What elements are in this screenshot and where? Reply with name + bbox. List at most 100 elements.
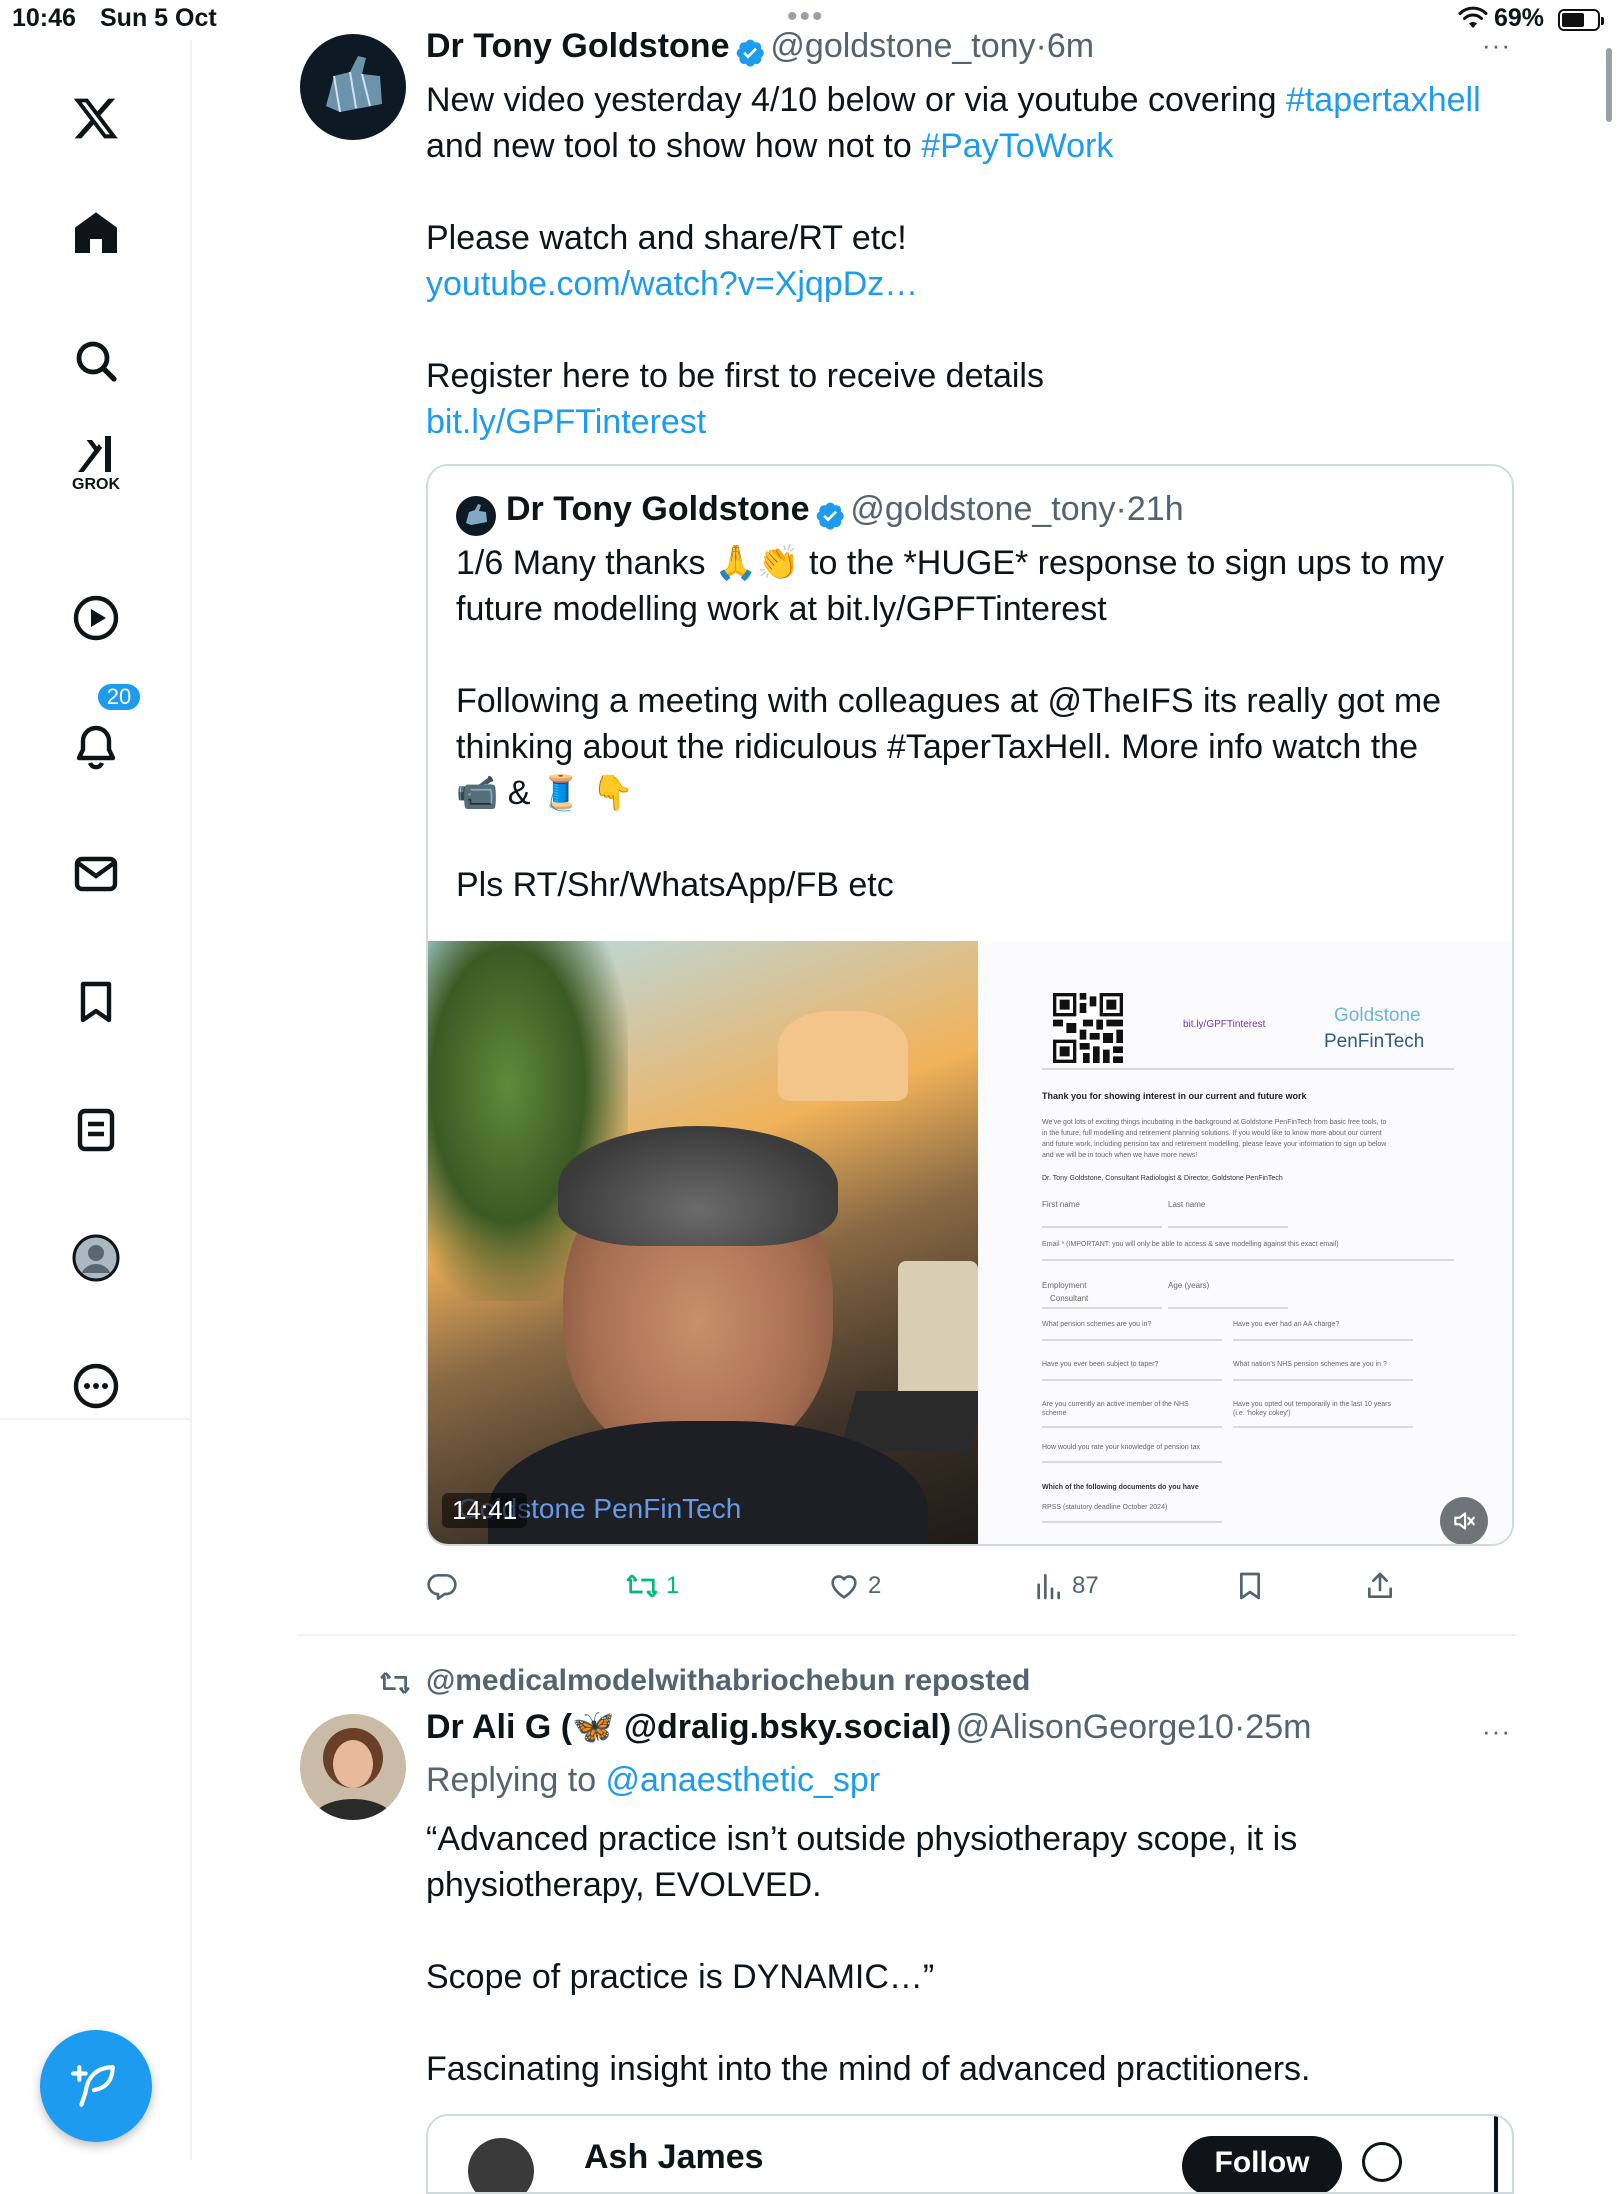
retweet-count: 1 — [666, 1572, 680, 1599]
replying-to: Replying to @anaesthetic_spr — [426, 1757, 880, 1803]
author-handle[interactable]: @goldstone_tony — [770, 27, 1035, 65]
form-field — [1233, 1379, 1413, 1381]
form-label: First name — [1042, 1200, 1080, 1209]
quoted-tweet[interactable]: Dr Tony Goldstone @goldstone_tony·21h 1/… — [426, 464, 1514, 1546]
grok-label: GROK — [72, 476, 120, 493]
quoted-avatar — [468, 2138, 534, 2192]
tweet-body: New video yesterday 4/10 below or via yo… — [426, 77, 1536, 445]
form-field — [1168, 1307, 1288, 1309]
tweet-more-button[interactable]: ··· — [1482, 30, 1511, 61]
battery-percent: 69% — [1494, 4, 1545, 32]
repost-label[interactable]: @medicalmodelwithabriochebun reposted — [426, 1664, 1030, 1698]
video-icon[interactable] — [66, 588, 126, 648]
tweet-line: New video yesterday 4/10 below or via yo… — [426, 81, 1286, 119]
share-button[interactable] — [1364, 1570, 1396, 1602]
x-logo-icon[interactable] — [66, 88, 126, 148]
form-field — [1233, 1339, 1413, 1341]
form-label: What pension schemes are you in? — [1042, 1321, 1152, 1328]
time-separator: · — [1115, 490, 1127, 528]
tweet-divider — [298, 1634, 1516, 1636]
hashtag-link[interactable]: #PayToWork — [921, 127, 1113, 165]
search-icon[interactable] — [66, 331, 126, 391]
reply-button[interactable] — [426, 1570, 458, 1602]
register-link[interactable]: bit.ly/GPFTinterest — [426, 399, 1536, 445]
author-name[interactable]: Dr Ali G (🦋 @dralig.bsky.social) — [426, 1708, 951, 1746]
more-icon[interactable] — [66, 1356, 126, 1416]
grok-icon[interactable] — [66, 424, 126, 484]
profile-avatar-icon[interactable] — [66, 1228, 126, 1288]
form-field — [1042, 1379, 1222, 1381]
quoted-author-handle: @goldstone_tony — [850, 490, 1116, 528]
tweet-time[interactable]: 6m — [1047, 27, 1094, 65]
compose-feather-icon — [71, 2065, 115, 2107]
form-label: Have you ever had an AA charge? — [1233, 1321, 1340, 1328]
notifications-bell-icon[interactable] — [66, 716, 126, 776]
quoted-avatar — [456, 496, 496, 536]
notifications-badge: 20 — [96, 682, 142, 712]
sidebar: GROK 20 — [0, 40, 192, 2160]
form-label: What nation's NHS pension schemes are yo… — [1233, 1361, 1387, 1368]
quoted-line: future modelling work at bit.ly/GPFTinte… — [456, 590, 1107, 628]
tweet-body: “Advanced practice isn’t outside physiot… — [426, 1816, 1536, 2092]
battery-level — [1562, 13, 1585, 27]
form-field — [1042, 1521, 1222, 1523]
youtube-link[interactable]: youtube.com/watch?v=XjqpDz… — [426, 261, 1536, 307]
form-intro: in the future, full modelling and retire… — [1042, 1130, 1382, 1137]
video-player[interactable]: Goldstone PenFinTech 14:41 — [428, 941, 978, 1544]
bookmark-button[interactable] — [1234, 1570, 1266, 1602]
form-brand-1: Goldstone — [1334, 1005, 1421, 1026]
like-button[interactable]: 2 — [828, 1570, 881, 1602]
hashtag-link[interactable]: #tapertaxhell — [1286, 81, 1481, 119]
author-name[interactable]: Dr Tony Goldstone — [426, 27, 729, 65]
form-label: Have you ever been subject to taper? — [1042, 1361, 1159, 1368]
quoted-line: 1/6 Many thanks 🙏👏 to the *HUGE* respons… — [456, 544, 1445, 582]
home-icon[interactable] — [66, 203, 126, 263]
verified-badge-icon — [816, 502, 844, 530]
bookmarks-icon[interactable] — [66, 972, 126, 1032]
views-count: 87 — [1072, 1572, 1099, 1599]
presenter-hair — [558, 1126, 838, 1246]
form-heading: Thank you for showing interest in our cu… — [1042, 1091, 1307, 1101]
form-label: Are you currently an active member of th… — [1042, 1401, 1189, 1408]
form-field — [1042, 1307, 1162, 1309]
form-qr-link: bit.ly/GPFTinterest — [1183, 1019, 1266, 1030]
repost-icon — [380, 1672, 410, 1694]
form-label: Last name — [1168, 1200, 1206, 1209]
form-intro: We've got lots of exciting things incuba… — [1042, 1119, 1387, 1126]
form-label: (i.e. 'hokey cokey') — [1233, 1410, 1291, 1417]
avatar[interactable] — [300, 1714, 406, 1820]
quoted-line: 📹 & 🧵 👇 — [456, 774, 635, 812]
tweet-header: Dr Ali G (🦋 @dralig.bsky.social) @Alison… — [426, 1707, 1311, 1747]
replying-to-link[interactable]: @anaesthetic_spr — [606, 1761, 881, 1799]
wifi-icon — [1458, 6, 1488, 28]
form-label: Email * (IMPORTANT: you will only be abl… — [1042, 1241, 1339, 1248]
form-field — [1168, 1226, 1288, 1228]
form-label: Employment — [1042, 1281, 1087, 1290]
lists-icon[interactable] — [66, 1100, 126, 1160]
compose-button[interactable] — [40, 2030, 152, 2142]
messages-icon[interactable] — [66, 844, 126, 904]
retweet-button[interactable]: 1 — [626, 1570, 679, 1602]
quoted-header: Dr Tony Goldstone @goldstone_tony·21h — [506, 490, 1184, 532]
quoted-line: Pls RT/Shr/WhatsApp/FB etc — [456, 866, 894, 904]
form-signature: Dr. Tony Goldstone, Consultant Radiologi… — [1042, 1175, 1283, 1182]
sidebar-divider — [0, 1418, 192, 1420]
quoted-tweet-2[interactable]: Ash James Follow — [426, 2114, 1514, 2194]
tweet-line: physiotherapy, EVOLVED. — [426, 1866, 822, 1904]
form-value: Consultant — [1050, 1294, 1089, 1303]
grok-analyze-icon[interactable] — [1362, 2142, 1402, 2182]
form-field — [1042, 1339, 1222, 1341]
tweet-more-button[interactable]: ··· — [1482, 1716, 1511, 1747]
avatar[interactable] — [300, 34, 406, 140]
quoted-scroll-edge — [1494, 2116, 1498, 2192]
author-handle[interactable]: @AlisonGeorge10 — [956, 1708, 1234, 1746]
time-separator: · — [1035, 27, 1047, 65]
follow-button[interactable]: Follow — [1182, 2136, 1342, 2192]
form-label: Have you opted out temporarily in the la… — [1233, 1401, 1391, 1408]
form-field — [1042, 1259, 1454, 1261]
scrollbar[interactable] — [1606, 48, 1612, 122]
views-button[interactable]: 87 — [1032, 1570, 1099, 1602]
mute-button[interactable] — [1440, 1497, 1488, 1544]
tweet-time[interactable]: 25m — [1245, 1708, 1311, 1746]
heart-icon — [831, 1575, 857, 1599]
